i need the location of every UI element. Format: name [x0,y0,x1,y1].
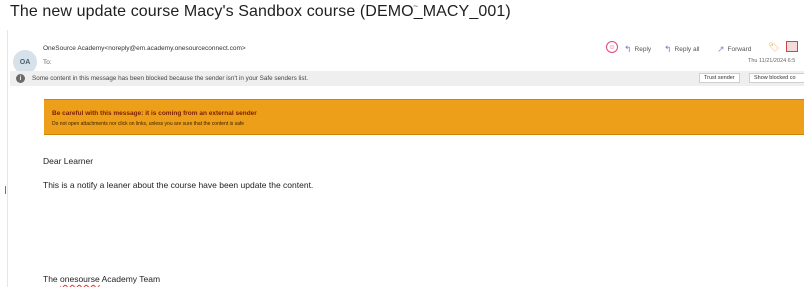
email-signature: The onesourse Academy Team [43,274,160,284]
warning-detail: Do not open attachments nor click on lin… [52,121,245,127]
signature-prefix: The [43,274,61,284]
reply-all-button[interactable]: ↰ Reply all [664,44,699,55]
forward-icon: ↗ [717,44,725,54]
received-timestamp: Thu 11/21/2024 6:5 [748,58,796,64]
external-sender-warning [44,99,804,135]
signature-suffix: Academy Team [99,274,161,284]
warning-title: Be careful with this message: it is comi… [52,110,257,117]
info-icon: i [16,74,25,83]
reading-pane [7,30,804,287]
trust-sender-button[interactable]: Trust sender [699,73,740,83]
blocked-content-message: Some content in this message has been bl… [32,75,308,82]
apps-icon[interactable] [786,41,798,52]
reply-all-label: Reply all [674,46,700,53]
misspelled-word[interactable]: onesourse [60,274,100,284]
sender-address[interactable]: OneSource Academy<noreply@em.academy.one… [43,45,246,52]
text-cursor [5,186,6,194]
reply-label: Reply [634,46,652,53]
email-message: This is a notify a leaner about the cour… [43,180,314,190]
sticker-icon[interactable]: 🏷 [768,42,779,53]
email-subject: The new update course Macy's Sandbox cou… [10,3,511,20]
to-label: To: [43,59,52,66]
emoji-reaction-icon[interactable]: ☺ [606,41,618,53]
stray-mark: ~ [413,1,419,11]
email-greeting: Dear Learner [43,156,94,166]
show-blocked-content-button[interactable]: Show blocked co [749,73,804,83]
reply-icon: ↰ [624,44,632,54]
forward-label: Forward [727,46,752,53]
forward-button[interactable]: ↗ Forward [717,44,751,55]
reply-all-icon: ↰ [664,44,672,54]
reply-button[interactable]: ↰ Reply [624,44,651,55]
